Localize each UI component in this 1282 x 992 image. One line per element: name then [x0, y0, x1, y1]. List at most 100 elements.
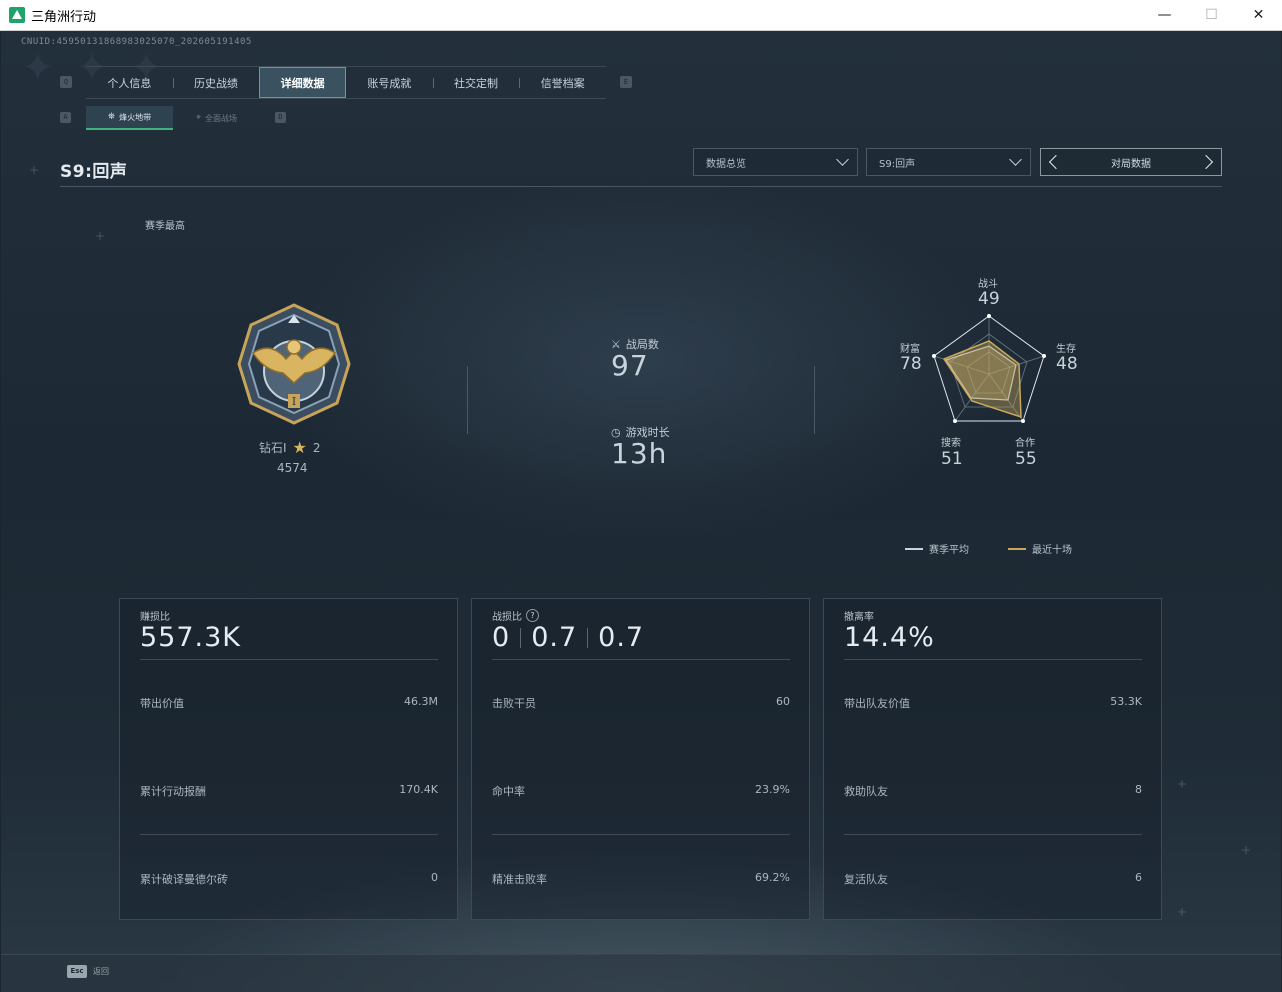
view-select[interactable]: 数据总览 [693, 148, 858, 176]
stat-row: 精准击败率 69.2% [492, 871, 790, 887]
help-icon[interactable]: ? [526, 609, 539, 622]
app-logo-icon [9, 7, 25, 23]
close-button[interactable]: ✕ [1235, 0, 1282, 31]
subtab-operations-label: 烽火地带 [119, 112, 152, 122]
subtab-warfare-label: 全面战场 [205, 113, 238, 123]
view-select-value: 数据总览 [706, 158, 746, 170]
season-select-value: S9:回声 [879, 158, 916, 170]
tab-social[interactable]: 社交定制 [432, 67, 520, 98]
legend-season-average-label: 赛季平均 [929, 545, 969, 556]
legend-season-average: 赛季平均 [905, 541, 969, 556]
chevron-down-icon [836, 153, 849, 166]
kd-title: 战损比 ? [492, 608, 539, 623]
chevron-left-icon[interactable] [1048, 154, 1064, 170]
rank-points: 4574 [277, 461, 308, 475]
panel-divider [844, 659, 1142, 660]
stat-row-label: 带出队友价值 [844, 697, 910, 710]
subtab-operations[interactable]: ⛯ 烽火地带 [86, 106, 173, 130]
minimize-button[interactable]: — [1141, 0, 1188, 31]
stat-row-value: 53.3K [1110, 695, 1142, 708]
tab-detailed-data[interactable]: 详细数据 [259, 67, 347, 98]
plus-decoration-icon: + [1177, 905, 1188, 919]
extract-title: 撤离率 [844, 608, 874, 623]
kd-values: 0 0.7 0.7 [492, 622, 644, 653]
footer-bar [1, 954, 1281, 992]
season-select[interactable]: S9:回声 [866, 148, 1031, 176]
tab-reputation[interactable]: 信誉档案 [519, 67, 606, 98]
subtab-next-key-hint: D [275, 112, 286, 123]
window-title: 三角洲行动 [31, 9, 97, 25]
crosshair-icon: ⌖ [195, 113, 202, 123]
diamond-rank-medal-icon: I [237, 303, 351, 425]
pager-label: 对局数据 [1111, 158, 1151, 170]
stat-row-label: 命中率 [492, 785, 525, 798]
radar-label-combat: 战斗 [978, 279, 998, 290]
game-stage: ✦ ✦ ✦ CNUID:45950131868983025070_2026051… [1, 31, 1281, 992]
stat-row: 复活队友 6 [844, 871, 1142, 887]
kd-value-3: 0.7 [598, 622, 645, 653]
legend-recent-ten: 最近十场 [1008, 541, 1072, 556]
profit-title-text: 赚损比 [140, 612, 170, 623]
radar-label-cooperation: 合作 [1015, 438, 1035, 449]
tab-next-key-hint: E [620, 76, 632, 88]
panel-divider [492, 659, 790, 660]
radar-value-search: 51 [941, 449, 963, 469]
back-label[interactable]: 返回 [93, 966, 109, 977]
maximize-button[interactable]: ☐ [1188, 0, 1235, 31]
plus-decoration-icon: + [1241, 843, 1252, 857]
ability-radar-chart [932, 314, 1046, 423]
value-separator [587, 627, 589, 648]
panel-divider [140, 659, 438, 660]
chevron-right-icon[interactable] [1198, 154, 1214, 170]
legend-swatch [1008, 547, 1026, 550]
radar-value-combat: 49 [978, 289, 1000, 309]
stat-row-value: 0 [431, 871, 438, 884]
panel-divider [844, 834, 1142, 835]
rank-info: 钻石I ★ 2 [259, 439, 321, 456]
stat-row-value: 46.3M [404, 695, 438, 708]
panel-divider [492, 834, 790, 835]
rank-name: 钻石I [259, 441, 287, 455]
svg-text:I: I [292, 395, 296, 408]
legend-swatch [905, 547, 923, 550]
stat-row-label: 复活队友 [844, 873, 888, 886]
extract-panel: 撤离率 14.4% 带出队友价值 53.3K 救助队友 8 复活队友 6 [823, 598, 1162, 920]
stat-row: 击败干员 60 [492, 695, 790, 711]
tab-personal-info[interactable]: 个人信息 [86, 67, 173, 98]
section-divider [814, 366, 815, 434]
subtab-warfare[interactable]: ⌖ 全面战场 [173, 106, 260, 130]
tab-match-history[interactable]: 历史战绩 [172, 67, 260, 98]
extract-rate-value: 14.4% [844, 622, 935, 653]
legend-recent-ten-label: 最近十场 [1032, 545, 1072, 556]
radar-label-wealth: 财富 [900, 344, 920, 355]
esc-key-hint[interactable]: Esc [67, 965, 87, 978]
subtab-prev-key-hint: A [60, 112, 71, 123]
stat-row: 累计破译曼德尔砖 0 [140, 871, 438, 887]
stat-row: 带出队友价值 53.3K [844, 695, 1142, 711]
profit-title: 赚损比 [140, 608, 170, 623]
stat-row-value: 23.9% [755, 783, 790, 796]
stat-row-value: 8 [1135, 783, 1142, 796]
stat-row-label: 累计行动报酬 [140, 785, 206, 798]
profit-panel: 赚损比 557.3K 带出价值 46.3M 累计行动报酬 170.4K 累计破译… [119, 598, 458, 920]
stat-row-value: 60 [776, 695, 790, 708]
matches-value: 97 [611, 349, 649, 382]
plus-decoration-icon: + [95, 229, 106, 243]
stat-row: 累计行动报酬 170.4K [140, 783, 438, 799]
stat-row-value: 170.4K [399, 783, 438, 796]
radar-value-cooperation: 55 [1015, 449, 1037, 469]
season-title: S9:回声 [60, 162, 128, 182]
radar-value-survival: 48 [1056, 354, 1078, 374]
match-data-pager: 对局数据 [1040, 148, 1222, 176]
rank-stars: 2 [312, 440, 321, 455]
profit-ratio-value: 557.3K [140, 622, 242, 653]
kd-value-1: 0 [492, 622, 511, 653]
beacon-icon: ⛯ [107, 112, 116, 122]
radar-label-search: 搜索 [941, 438, 961, 449]
stat-row-value: 69.2% [755, 871, 790, 884]
stat-row-label: 带出价值 [140, 697, 184, 710]
stat-row-label: 救助队友 [844, 785, 888, 798]
season-best-label: 赛季最高 [145, 221, 185, 232]
tab-achievements[interactable]: 账号成就 [346, 67, 433, 98]
window-titlebar: 三角洲行动 — ☐ ✕ [0, 0, 1282, 31]
